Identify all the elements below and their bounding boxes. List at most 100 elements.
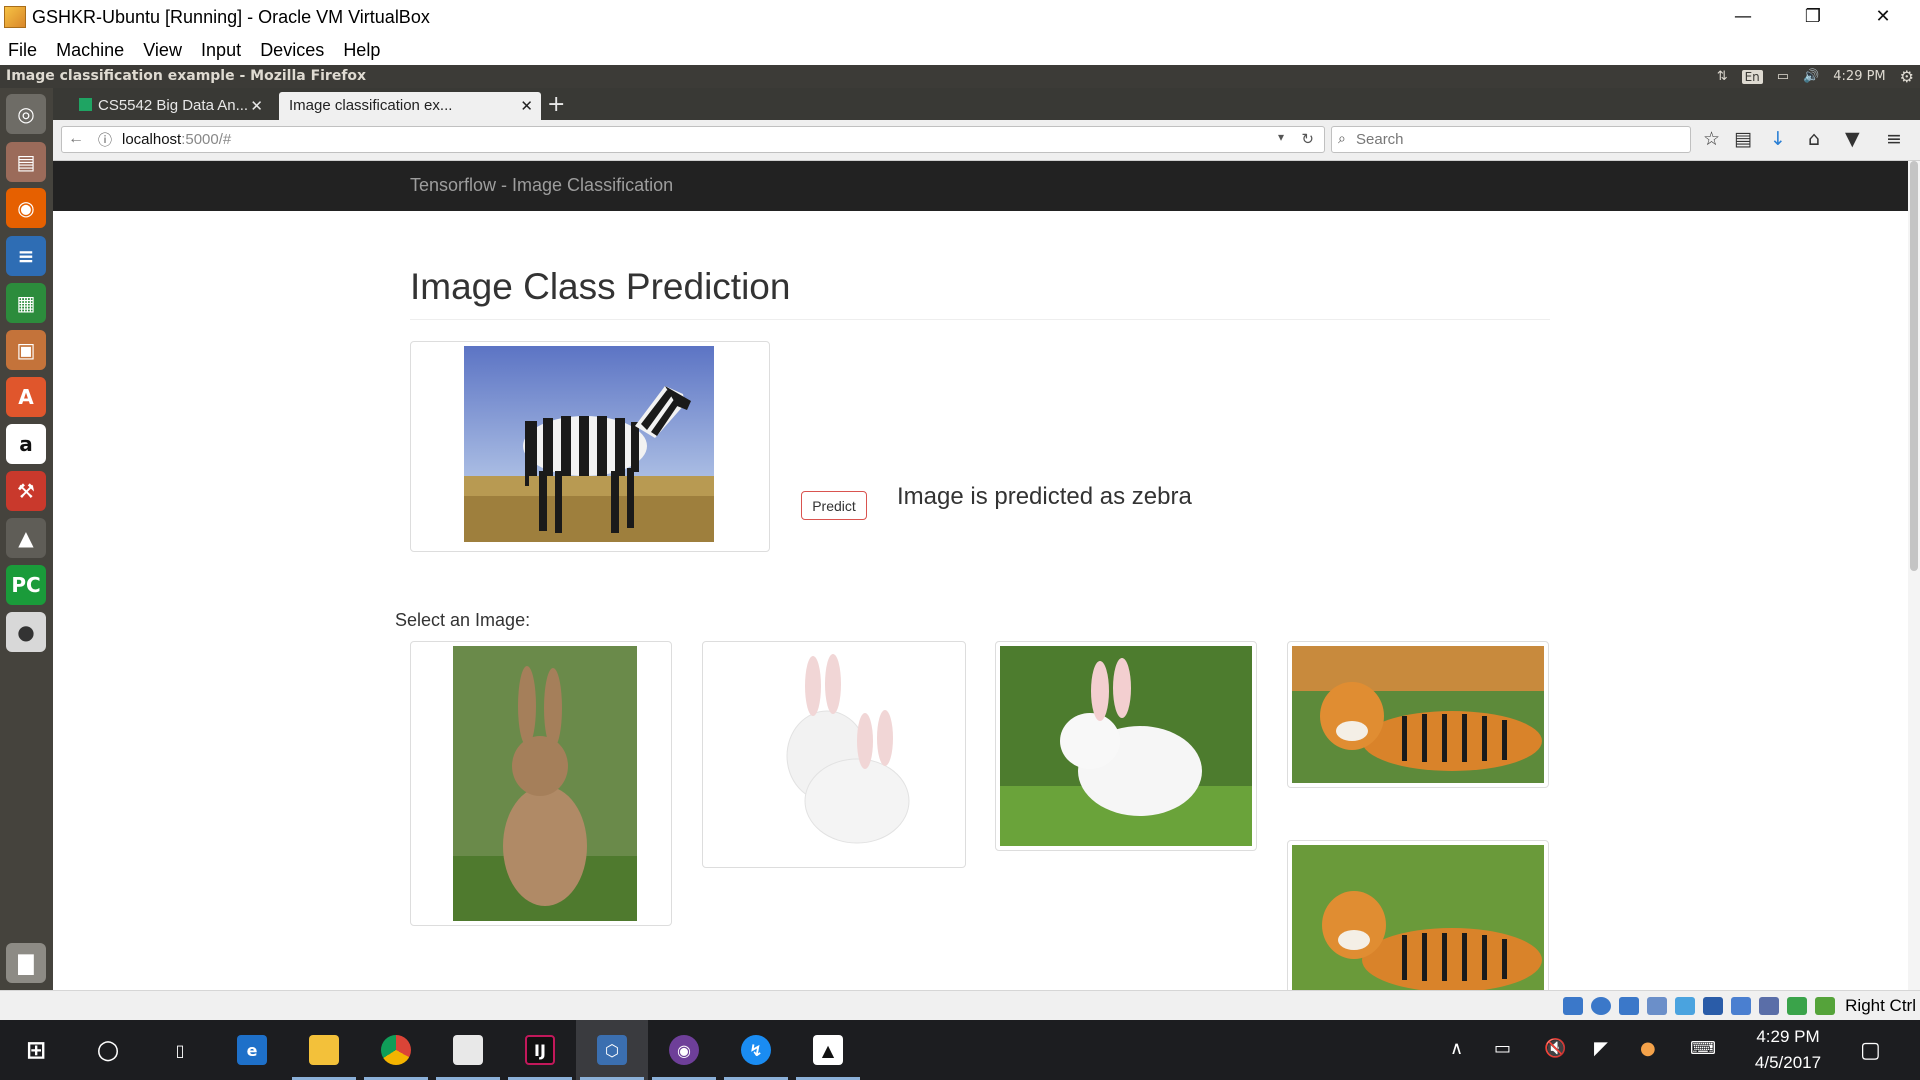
hamburger-menu-icon[interactable]: ≡ — [1886, 128, 1902, 150]
taskbar-notepad[interactable] — [432, 1020, 504, 1080]
tab-label: CS5542 Big Data An... — [98, 97, 249, 114]
minimize-button[interactable]: — — [1714, 0, 1772, 34]
bookmark-star-icon[interactable]: ☆ — [1703, 128, 1720, 150]
taskbar-virtualbox[interactable]: ⬡ — [576, 1020, 648, 1080]
software-updater-icon[interactable]: ▲ — [6, 518, 46, 558]
cortana-button[interactable]: ○ — [72, 1020, 144, 1080]
start-button[interactable]: ⊞ — [0, 1020, 72, 1080]
gallery-item-two-rabbits[interactable] — [702, 641, 966, 868]
menu-input[interactable]: Input — [201, 34, 241, 61]
tab-cs5542[interactable]: CS5542 Big Data An... ✕ — [69, 92, 271, 120]
site-navbar: Tensorflow - Image Classification — [53, 161, 1908, 211]
search-input[interactable]: ⌕ Search — [1331, 126, 1691, 153]
weather-icon[interactable]: ● — [1640, 1038, 1656, 1059]
url-host: localhost — [122, 131, 182, 148]
wifi-icon[interactable]: ◤ — [1594, 1038, 1608, 1059]
shared-folders-icon[interactable] — [1703, 997, 1723, 1015]
vbox-statusbar: Right Ctrl — [0, 990, 1920, 1020]
taskbar-photos[interactable]: ▲ — [792, 1020, 864, 1080]
url-bar[interactable]: ← ⓘ localhost:5000/# ▾ ↻ — [61, 126, 1325, 153]
menu-view[interactable]: View — [143, 34, 182, 61]
volume-icon[interactable]: 🔊 — [1803, 69, 1819, 84]
page-scrollbar[interactable] — [1908, 161, 1920, 990]
cpu-icon[interactable] — [1787, 997, 1807, 1015]
software-center-icon[interactable]: A — [6, 377, 46, 417]
ubuntu-clock[interactable]: 4:29 PM — [1833, 69, 1885, 84]
gear-icon[interactable]: ⚙ — [1900, 67, 1914, 86]
network-icon[interactable]: ⇅ — [1717, 69, 1728, 84]
restore-button[interactable]: ❐ — [1784, 0, 1842, 34]
system-settings-icon[interactable]: ⚒ — [6, 471, 46, 511]
navbar-brand[interactable]: Tensorflow - Image Classification — [410, 175, 673, 196]
vbox-titlebar: GSHKR-Ubuntu [Running] - Oracle VM Virtu… — [0, 0, 1920, 34]
pocket-icon[interactable]: ▼ — [1845, 128, 1860, 150]
taskbar-intellij[interactable]: IJ — [504, 1020, 576, 1080]
windows-logo-icon: ⊞ — [25, 1036, 47, 1064]
tiger-image — [1292, 646, 1544, 783]
home-icon[interactable]: ⌂ — [1808, 128, 1820, 150]
files-icon[interactable]: ▤ — [6, 142, 46, 182]
taskbar-chrome[interactable] — [360, 1020, 432, 1080]
writer-icon[interactable]: ≡ — [6, 236, 46, 276]
menu-file[interactable]: File — [8, 34, 37, 61]
download-icon[interactable]: ↓ — [1770, 128, 1786, 150]
chevron-up-icon[interactable]: ∧ — [1450, 1038, 1463, 1059]
info-icon[interactable]: ⓘ — [98, 130, 112, 150]
sheets-icon — [79, 98, 92, 111]
library-icon[interactable]: ▤ — [1734, 128, 1752, 150]
taskbar-clock[interactable]: 4:29 PM 4/5/2017 — [1733, 1024, 1843, 1076]
amazon-icon[interactable]: a — [6, 424, 46, 464]
firefox-icon[interactable]: ◉ — [6, 188, 46, 228]
battery-icon[interactable]: ▭ — [1777, 69, 1789, 84]
gallery-item-rabbit[interactable] — [410, 641, 672, 926]
usb-icon[interactable] — [1675, 997, 1695, 1015]
close-button[interactable]: ✕ — [1854, 0, 1912, 34]
dash-home-icon[interactable]: ◎ — [6, 94, 46, 134]
new-tab-button[interactable]: + — [547, 92, 565, 117]
dvd-icon[interactable]: ● — [6, 612, 46, 652]
vbox-window-title: GSHKR-Ubuntu [Running] - Oracle VM Virtu… — [32, 7, 430, 27]
network-adapter-icon[interactable] — [1647, 997, 1667, 1015]
pycharm-icon[interactable]: PC — [6, 565, 46, 605]
impress-icon[interactable]: ▣ — [6, 330, 46, 370]
keyboard-layout-indicator[interactable]: En — [1741, 69, 1763, 84]
url-text: localhost:5000/# — [122, 131, 231, 148]
reload-icon[interactable]: ↻ — [1301, 130, 1314, 148]
chevron-down-icon[interactable]: ▾ — [1278, 130, 1284, 144]
task-view-button[interactable]: ▯ — [144, 1020, 216, 1080]
taskbar-file-explorer[interactable] — [288, 1020, 360, 1080]
mouse-integration-icon[interactable] — [1815, 997, 1835, 1015]
menu-help[interactable]: Help — [343, 34, 380, 61]
display-icon[interactable] — [1731, 997, 1751, 1015]
tab-image-classification[interactable]: Image classification ex... ✕ — [279, 92, 541, 120]
close-icon[interactable]: ✕ — [520, 97, 533, 115]
gallery-item-tiger-2[interactable] — [1287, 840, 1549, 990]
audio-icon[interactable] — [1619, 997, 1639, 1015]
firefox-navbar: ← ⓘ localhost:5000/# ▾ ↻ ⌕ Search ☆ ▤ ↓ … — [53, 120, 1920, 161]
menu-devices[interactable]: Devices — [260, 34, 324, 61]
calc-icon[interactable]: ▦ — [6, 283, 46, 323]
trash-icon[interactable]: ▇ — [6, 943, 46, 983]
volume-mute-icon[interactable]: 🔇 — [1544, 1038, 1566, 1059]
action-center-icon[interactable]: ▢ — [1860, 1038, 1881, 1063]
notepad-icon — [453, 1035, 483, 1065]
gallery-item-tiger-1[interactable] — [1287, 641, 1549, 788]
scrollbar-thumb[interactable] — [1910, 161, 1918, 571]
gallery-item-white-rabbit[interactable] — [995, 641, 1257, 851]
search-icon: ⌕ — [1338, 130, 1346, 146]
github-icon: ◉ — [669, 1035, 699, 1065]
ubuntu-top-panel: Image classification example - Mozilla F… — [0, 65, 1920, 88]
taskbar-messenger[interactable]: ↯ — [720, 1020, 792, 1080]
keyboard-icon[interactable]: ⌨ — [1690, 1038, 1716, 1059]
video-capture-icon[interactable] — [1759, 997, 1779, 1015]
predict-button[interactable]: Predict — [801, 491, 867, 520]
optical-drive-icon[interactable] — [1591, 997, 1611, 1015]
battery-icon[interactable]: ▭ — [1494, 1038, 1511, 1059]
close-icon[interactable]: ✕ — [250, 97, 263, 115]
taskbar-edge[interactable]: e — [216, 1020, 288, 1080]
hard-disk-icon[interactable] — [1563, 997, 1583, 1015]
firefox-tabbar: CS5542 Big Data An... ✕ Image classifica… — [53, 88, 1920, 120]
taskbar-github[interactable]: ◉ — [648, 1020, 720, 1080]
back-arrow-icon[interactable]: ← — [68, 130, 84, 148]
menu-machine[interactable]: Machine — [56, 34, 124, 61]
